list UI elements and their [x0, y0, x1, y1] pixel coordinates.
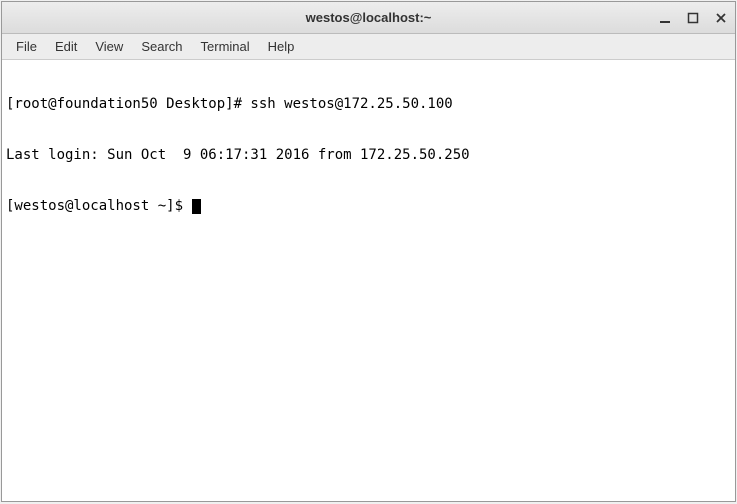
minimize-icon — [659, 12, 671, 24]
terminal-area[interactable]: [root@foundation50 Desktop]# ssh westos@… — [2, 60, 735, 501]
terminal-line: Last login: Sun Oct 9 06:17:31 2016 from… — [6, 147, 731, 164]
menu-help[interactable]: Help — [260, 36, 303, 57]
close-button[interactable] — [713, 10, 729, 26]
menu-search[interactable]: Search — [133, 36, 190, 57]
menu-edit[interactable]: Edit — [47, 36, 85, 57]
window-title: westos@localhost:~ — [306, 10, 432, 25]
menubar: File Edit View Search Terminal Help — [2, 34, 735, 60]
terminal-prompt-line: [westos@localhost ~]$ — [6, 198, 731, 215]
maximize-icon — [687, 12, 699, 24]
menu-view[interactable]: View — [87, 36, 131, 57]
maximize-button[interactable] — [685, 10, 701, 26]
close-icon — [715, 12, 727, 24]
menu-file[interactable]: File — [8, 36, 45, 57]
minimize-button[interactable] — [657, 10, 673, 26]
titlebar: westos@localhost:~ — [2, 2, 735, 34]
terminal-window: westos@localhost:~ File Edit Vi — [1, 1, 736, 502]
menu-terminal[interactable]: Terminal — [193, 36, 258, 57]
terminal-prompt: [westos@localhost ~]$ — [6, 198, 191, 215]
window-controls — [657, 10, 729, 26]
cursor-icon — [192, 199, 201, 214]
terminal-line: [root@foundation50 Desktop]# ssh westos@… — [6, 96, 731, 113]
